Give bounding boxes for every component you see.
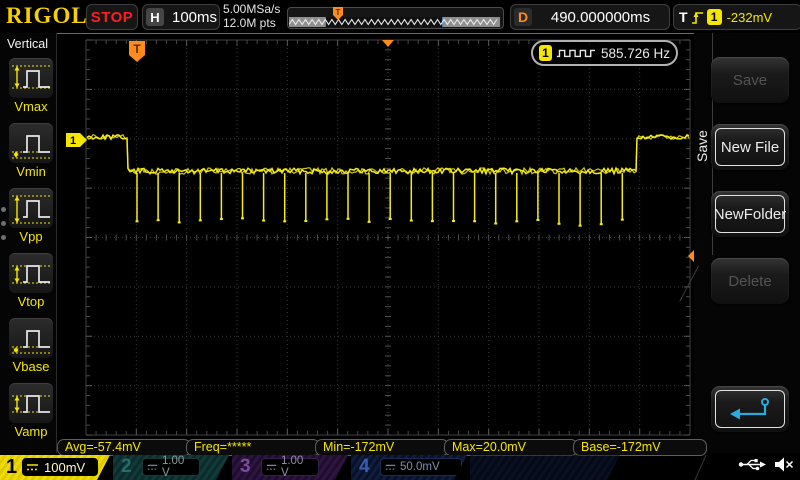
preview-trigger-marker-icon[interactable]: T [332,6,344,21]
dc-coupling-icon [147,463,158,472]
measure-item-vamp[interactable]: Vamp [8,383,54,441]
run-state-badge[interactable]: STOP [86,4,138,30]
vbase-icon [9,318,53,358]
svg-text:1: 1 [70,135,76,147]
delay-label: D [514,8,532,26]
rigol-logo: RIGOL [6,3,88,28]
vamp-icon [9,383,53,423]
frequency-counter: 1 585.726 Hz [531,40,678,66]
vtop-icon [9,253,53,293]
dc-coupling-icon [26,463,39,472]
save-button-label: Save [732,71,768,89]
top-status-bar: RIGOL STOP H 100ms 5.00MSa/s 12.0M pts T… [0,0,800,34]
save-button[interactable]: Save [711,57,789,103]
oscilloscope-screen: T T 1 RIGOL STOP H 100ms 5.00MSa/s 12.0M p… [0,0,800,480]
trigger-delay[interactable]: D 490.000000ms [510,4,670,30]
counter-channel-badge: 1 [539,45,553,61]
channel-3-scale: 1.00 V [280,455,304,479]
scope-graticule: TT1 [66,39,702,436]
channel-2-scale: 1.00 V [161,455,185,479]
measure-item-vmax[interactable]: Vmax [8,58,54,116]
horizontal-timebase[interactable]: H 100ms [142,4,220,30]
channel-1-scale: 100mV [44,459,86,475]
channel-1-status[interactable]: 1 100mV [0,455,110,480]
measure-menu-title: Vertical [7,37,48,51]
delete-button[interactable]: Delete [711,258,789,304]
save-menu: Save Save New File NewFolder Delete [679,33,800,453]
menu-page-dots [1,198,6,249]
measure-item-label: Vtop [17,294,45,309]
measurement-min: Min=-172mV [315,439,449,456]
new-folder-button[interactable]: NewFolder [711,191,789,237]
measurement-freq: Freq=***** [186,439,320,456]
measurement-max: Max=20.0mV [444,439,578,456]
measure-item-label: Vmin [16,164,46,179]
measure-item-vtop[interactable]: Vtop [8,253,54,311]
measure-item-vpp[interactable]: Vpp [8,188,54,246]
svg-text:T: T [336,8,341,17]
delay-indicator-marker [382,40,394,47]
return-arrow-icon [730,398,769,420]
system-status-icons [738,457,794,472]
square-wave-icon [556,49,596,58]
channel-1-position-marker[interactable]: 1 [66,133,87,147]
measurement-avg: Avg=-57.4mV [57,439,191,456]
timebase-value: 100ms [172,8,218,26]
memory-depth: 12.0M pts [223,16,276,30]
svg-text:T: T [133,42,141,56]
dc-coupling-icon [266,463,277,472]
delete-button-label: Delete [728,272,772,290]
channel-3-status[interactable]: 3 1.00 V [232,455,348,480]
new-folder-button-label: NewFolder [714,195,786,233]
measure-item-vmin[interactable]: Vmin [8,123,54,181]
measurement-base: Base=-172mV [573,439,707,456]
delay-value: 490.000000ms [550,8,651,26]
usb-icon [738,459,766,471]
acquisition-info: 5.00MSa/s 12.0M pts [223,2,280,30]
trigger-source-badge: 1 [706,9,722,25]
trigger-position-marker[interactable]: T [129,41,145,62]
channel-4-status[interactable]: 4 50.0mV [351,455,467,480]
channel-2-number: 2 [121,456,132,477]
sample-rate: 5.00MSa/s [223,2,281,16]
channel-1-number: 1 [6,456,18,478]
measure-item-vbase[interactable]: Vbase [8,318,54,376]
vpp-icon [9,188,53,228]
trigger-slope-icon [691,11,703,24]
measure-item-label: Vpp [19,229,43,244]
new-file-button[interactable]: New File [711,124,789,170]
trigger-status[interactable]: T 1 -232mV [673,4,800,30]
vmax-icon [9,58,53,98]
dc-coupling-icon [385,463,396,472]
speaker-muted-icon [775,457,794,472]
channel-bar-spacer [470,455,620,480]
memory-waveform-preview[interactable]: T [287,7,504,29]
channel-3-number: 3 [240,456,251,477]
menu-tab-title: Save [694,130,710,162]
trigger-label: T [679,9,688,25]
back-button[interactable] [711,386,789,432]
measure-menu: Vertical Vmax Vmin Vpp Vtop Vbase Vamp [0,33,57,453]
channel-4-scale: 50.0mV [400,461,440,473]
counter-value: 585.726 Hz [600,45,670,61]
horizontal-label: H [146,8,164,26]
vmin-icon [9,123,53,163]
channel-4-number: 4 [359,456,370,477]
measure-item-label: Vmax [14,99,48,114]
measure-item-label: Vbase [12,359,50,374]
measure-item-label: Vamp [14,424,48,439]
preview-wave [289,18,498,26]
new-file-button-label: New File [715,128,785,166]
trigger-level-value: -232mV [726,9,773,25]
channel-2-status[interactable]: 2 1.00 V [113,455,229,480]
